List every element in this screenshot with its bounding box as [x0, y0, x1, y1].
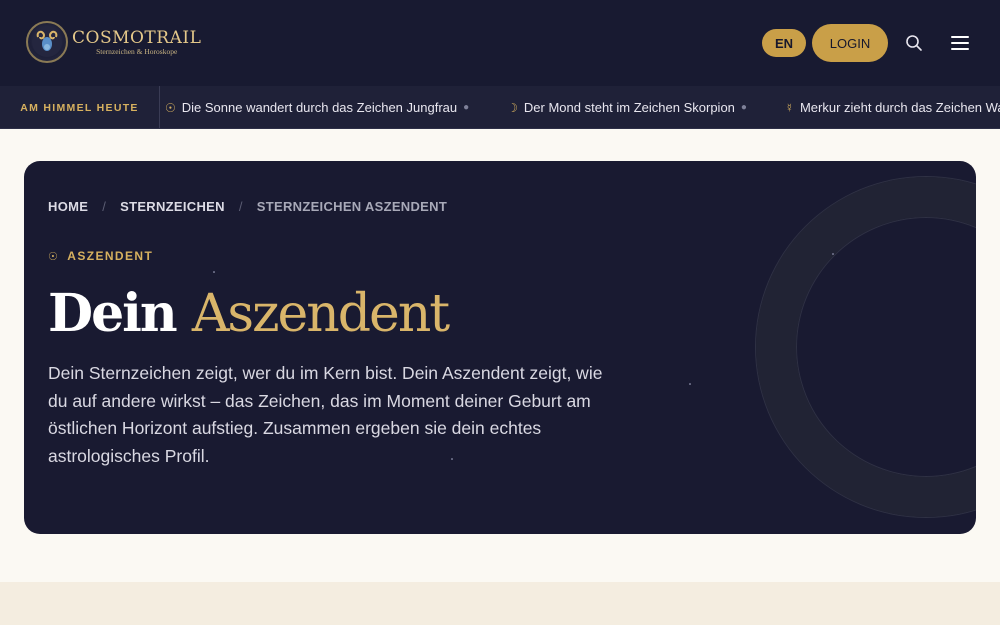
- sun-icon: ☉: [165, 100, 176, 115]
- hero-lead-text: Dein Sternzeichen zeigt, wer du im Kern …: [48, 363, 603, 466]
- hamburger-menu-icon[interactable]: [950, 34, 970, 52]
- breadcrumb-separator: /: [238, 199, 243, 214]
- ticker-text: Der Mond steht im Zeichen Skorpion: [523, 100, 735, 115]
- logo-subtitle: Sternzeichen & Horoskope: [96, 46, 178, 56]
- mercury-icon: ☿: [784, 100, 794, 115]
- sun-icon: ☉: [48, 250, 60, 263]
- title-main: Dein: [48, 283, 178, 344]
- search-icon[interactable]: [905, 34, 923, 52]
- section-eyebrow: ☉ ASZENDENT: [48, 249, 153, 263]
- star-dot: [689, 383, 691, 385]
- ticker-label: AM HIMMEL HEUTE: [0, 86, 160, 128]
- sky-today-ticker: ☉ Die Sonne wandert durch das Zeichen Ju…: [0, 86, 1000, 129]
- hero-card: HOME / STERNZEICHEN / STERNZEICHEN ASZEN…: [24, 161, 976, 534]
- breadcrumb-current: STERNZEICHEN ASZENDENT: [256, 199, 448, 214]
- ticker-item[interactable]: ☽ Der Mond steht im Zeichen Skorpion ●: [507, 100, 747, 115]
- logo-title: COSMOTRAIL: [72, 27, 202, 48]
- breadcrumb-separator: /: [102, 199, 107, 214]
- star-dot: [832, 253, 834, 255]
- breadcrumb: HOME / STERNZEICHEN / STERNZEICHEN ASZEN…: [48, 199, 447, 214]
- ticker-text: Merkur zieht durch das Zeichen Waage: [799, 100, 1000, 115]
- decorative-ring: [756, 177, 976, 517]
- ticker-item[interactable]: ☿ Merkur zieht durch das Zeichen Waage: [785, 100, 1000, 115]
- ticker-text: Die Sonne wandert durch das Zeichen Jung…: [181, 100, 458, 115]
- separator-dot-icon: ●: [740, 102, 747, 113]
- separator-dot-icon: ●: [463, 102, 470, 113]
- eyebrow-label: ASZENDENT: [67, 249, 154, 263]
- ticker-item[interactable]: ☉ Die Sonne wandert durch das Zeichen Ju…: [165, 100, 469, 115]
- breadcrumb-sternzeichen[interactable]: STERNZEICHEN: [120, 199, 225, 214]
- title-accent: Aszendent: [191, 284, 450, 344]
- ticker-track: ☉ Die Sonne wandert durch das Zeichen Ju…: [165, 86, 1000, 128]
- ram-logo-icon: [26, 21, 68, 63]
- page-title: Dein Aszendent: [48, 281, 450, 347]
- logo-link[interactable]: COSMOTRAIL Sternzeichen & Horoskope: [26, 21, 201, 63]
- next-section-background: [0, 582, 1000, 625]
- breadcrumb-home[interactable]: HOME: [48, 199, 88, 214]
- site-header: COSMOTRAIL Sternzeichen & Horoskope EN L…: [0, 0, 1000, 86]
- moon-icon: ☽: [507, 100, 518, 115]
- login-button[interactable]: LOGIN: [812, 24, 888, 62]
- language-button[interactable]: EN: [762, 29, 806, 57]
- star-dot: [213, 271, 215, 273]
